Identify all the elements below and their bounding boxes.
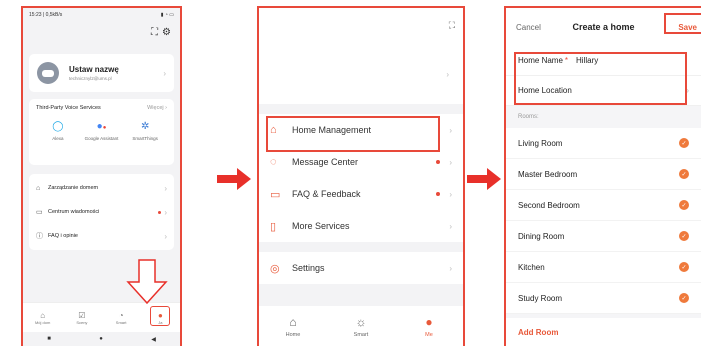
profile-header[interactable]: ⛶ ›: [259, 8, 463, 104]
home-button-icon[interactable]: ●: [99, 336, 103, 342]
rooms-list: Living Room ✓ Master Bedroom ✓ Second Bedr…: [506, 128, 701, 314]
next-step-arrow-2: [467, 168, 501, 190]
top-actions: ⛶ ⚙: [23, 22, 180, 44]
add-room-button[interactable]: Add Room: [506, 318, 701, 346]
voice-item-google[interactable]: ●● Google Assistant: [81, 121, 121, 141]
room-item[interactable]: Kitchen ✓: [506, 252, 701, 283]
checkmark-icon[interactable]: ✓: [679, 293, 689, 303]
home-icon: ⌂: [36, 184, 41, 192]
save-highlight: [664, 13, 701, 34]
menu-item-settings[interactable]: ◎ Settings ›: [259, 252, 463, 284]
tab-home[interactable]: ⌂ Mój dom: [28, 311, 58, 325]
chevron-right-icon: ›: [164, 183, 167, 193]
rooms-label: Rooms:: [518, 114, 539, 120]
profile-email: technicznyl2@ums.pl: [69, 76, 112, 81]
smart-icon: ☼: [355, 314, 367, 329]
phone-screen-me: ⛶ › ⌂ Home Management › ◌ Message Center › ▭…: [257, 6, 465, 346]
menu-card: ⌂ Zarządzanie domem › ▭ Centrum wiadomości ›…: [29, 174, 174, 250]
me-tab-highlight: [150, 306, 170, 326]
gear-icon[interactable]: ⚙: [162, 27, 171, 38]
tab-home[interactable]: ⌂ Home: [273, 315, 313, 338]
room-item[interactable]: Master Bedroom ✓: [506, 159, 701, 190]
scene-icon: ☑: [78, 310, 86, 320]
checkmark-icon[interactable]: ✓: [679, 262, 689, 272]
tab-smart[interactable]: ☼ Smart: [341, 315, 381, 338]
room-item[interactable]: Dining Room ✓: [506, 221, 701, 252]
status-time: 15:23 | 0,5kB/s: [29, 12, 63, 18]
chevron-right-icon: ›: [446, 70, 449, 79]
home-icon: ⌂: [289, 314, 297, 329]
scan-icon[interactable]: ⛶: [151, 27, 158, 38]
tab-scenes[interactable]: ☑ Sceny: [67, 311, 97, 325]
tab-me[interactable]: ● Me: [409, 315, 449, 338]
room-item[interactable]: Living Room ✓: [506, 128, 701, 159]
profile-name: Ustaw nazwę: [69, 65, 119, 74]
home-icon: ⌂: [40, 310, 46, 320]
android-nav-bar: ■ ● ◀: [23, 332, 180, 346]
chevron-right-icon: ›: [164, 207, 167, 217]
checkmark-icon[interactable]: ✓: [679, 231, 689, 241]
chevron-right-icon: ›: [449, 157, 452, 167]
voice-item-smartthings[interactable]: ✲ SmartThings: [125, 121, 165, 141]
profile-card[interactable]: Ustaw nazwę technicznyl2@ums.pl ›: [29, 54, 174, 92]
smartthings-icon: ✲: [140, 121, 150, 132]
status-icons: ▮ ◔ ▭: [160, 12, 174, 18]
voice-item-alexa[interactable]: ◯ Alexa: [38, 121, 78, 141]
chevron-right-icon: ›: [449, 263, 452, 273]
checkmark-icon[interactable]: ✓: [679, 169, 689, 179]
tutorial-stage: 15:23 | 0,5kB/s ▮ ◔ ▭ ⛶ ⚙ Ustaw nazwę te…: [0, 0, 701, 346]
voice-services-title: Third-Party Voice Services: [36, 105, 101, 111]
unread-dot: [436, 192, 441, 196]
unread-dot: [158, 210, 162, 214]
menu-item-faq-feedback[interactable]: ▭ FAQ & Feedback ›: [259, 178, 463, 210]
menu-item-more-services[interactable]: ▯ More Services ›: [259, 210, 463, 242]
alexa-icon: ◯: [52, 121, 64, 132]
room-item[interactable]: Second Bedroom ✓: [506, 190, 701, 221]
next-step-arrow-1: [217, 168, 251, 190]
bookmark-icon: ▯: [270, 220, 277, 233]
unread-dot: [436, 160, 441, 164]
home-name-highlight: [514, 52, 687, 105]
recent-apps-icon[interactable]: ■: [47, 336, 51, 342]
chevron-right-icon: ›: [163, 68, 166, 78]
down-arrow-indicator: [126, 259, 168, 305]
scan-icon[interactable]: ⛶: [449, 20, 455, 31]
me-icon: ●: [425, 314, 433, 329]
settings-icon: ◎: [270, 262, 280, 275]
chevron-right-icon: ›: [164, 231, 167, 241]
menu-item-faq[interactable]: ⓘ FAQ i opinie ›: [29, 224, 174, 248]
checkmark-icon[interactable]: ✓: [679, 200, 689, 210]
voice-more-link[interactable]: Więcej ›: [147, 105, 167, 111]
bottom-tab-bar: ⌂ Home ☼ Smart ● Me: [259, 306, 463, 346]
chevron-right-icon: ›: [449, 189, 452, 199]
status-bar: 15:23 | 0,5kB/s ▮ ◔ ▭: [23, 8, 180, 22]
menu-item-message-center[interactable]: ▭ Centrum wiadomości ›: [29, 200, 174, 224]
back-icon[interactable]: ◀: [151, 336, 156, 343]
faq-icon: ⓘ: [36, 233, 43, 240]
avatar: [37, 62, 59, 84]
chevron-right-icon: ›: [449, 125, 452, 135]
faq-icon: ▭: [270, 188, 281, 201]
tab-smart[interactable]: ◔ Smart: [106, 311, 136, 325]
room-item[interactable]: Study Room ✓: [506, 283, 701, 314]
smart-icon: ◔: [118, 310, 124, 320]
home-management-highlight: [266, 116, 440, 152]
chevron-right-icon: ›: [449, 221, 452, 231]
checkmark-icon[interactable]: ✓: [679, 138, 689, 148]
message-icon: ▭: [36, 209, 43, 216]
google-assistant-icon: ●●: [96, 121, 107, 132]
message-icon: ◌: [270, 156, 277, 168]
voice-services-card: Third-Party Voice Services Więcej › ◯ Ale…: [29, 99, 174, 165]
menu-item-home-management[interactable]: ⌂ Zarządzanie domem ›: [29, 176, 174, 200]
